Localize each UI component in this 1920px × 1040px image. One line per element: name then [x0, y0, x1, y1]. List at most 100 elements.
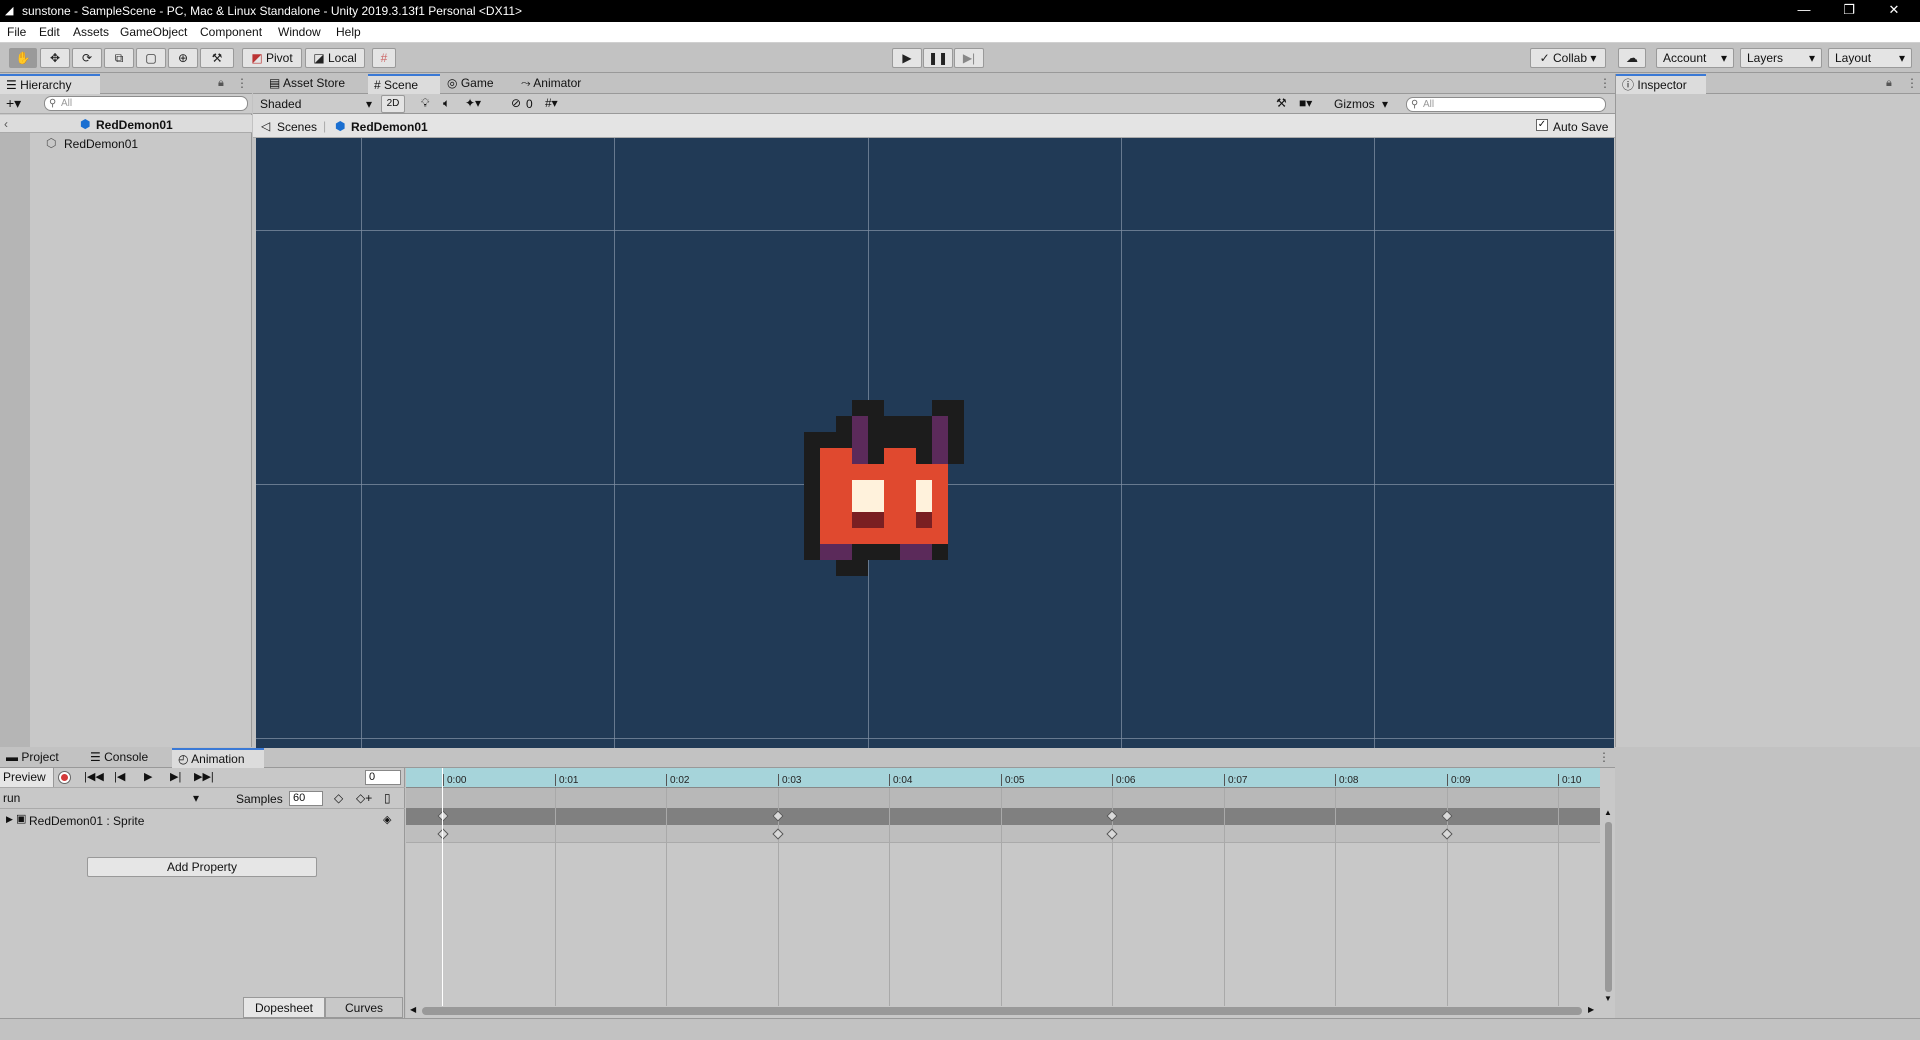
- scroll-thumb[interactable]: [1605, 822, 1612, 992]
- breadcrumb-current[interactable]: RedDemon01: [351, 120, 428, 134]
- pivot-toggle[interactable]: ◩ Pivot: [242, 48, 302, 68]
- add-event-icon[interactable]: ◇+: [356, 791, 372, 805]
- expand-arrow-icon[interactable]: ▶: [6, 814, 13, 825]
- tab-scene[interactable]: # Scene: [368, 74, 440, 94]
- tab-inspector[interactable]: ⓘ Inspector: [1616, 74, 1706, 94]
- move-tool-button[interactable]: ✥: [40, 48, 70, 68]
- camera-icon[interactable]: ■▾: [1299, 96, 1312, 110]
- clip-dropdown[interactable]: run ▾: [0, 790, 203, 807]
- minimize-button[interactable]: —: [1790, 2, 1818, 20]
- last-key-icon[interactable]: ▶▶|: [194, 770, 214, 783]
- play-anim-icon[interactable]: ▶: [144, 770, 152, 783]
- transform-tool-button[interactable]: ⊕: [168, 48, 198, 68]
- step-button[interactable]: ▶|: [954, 48, 984, 68]
- local-toggle[interactable]: ◪ Local: [305, 48, 365, 68]
- menu-gameobject[interactable]: GameObject: [120, 25, 187, 39]
- h-scroll-thumb[interactable]: [422, 1007, 1582, 1015]
- prev-key-icon[interactable]: |◀: [114, 770, 125, 783]
- next-key-icon[interactable]: ▶|: [170, 770, 181, 783]
- preview-toggle[interactable]: Preview: [0, 768, 54, 787]
- hierarchy-item[interactable]: ⬡ RedDemon01: [30, 134, 252, 152]
- tab-console[interactable]: ☰ Console: [84, 748, 172, 768]
- scroll-right-icon[interactable]: ▶: [1588, 1005, 1594, 1014]
- rotate-tool-button[interactable]: ⟳: [72, 48, 102, 68]
- scroll-down-icon[interactable]: ▼: [1604, 994, 1612, 1003]
- create-add-icon[interactable]: +▾: [6, 95, 21, 112]
- menu-assets[interactable]: Assets: [73, 25, 109, 39]
- layout-dropdown[interactable]: Layout ▾: [1828, 48, 1912, 68]
- effects-toggle-icon[interactable]: ✦▾: [465, 96, 481, 110]
- prefab-header: ‹ ⬢ RedDemon01: [0, 115, 252, 133]
- back-arrow-icon[interactable]: ‹: [4, 117, 8, 131]
- restore-button[interactable]: ❐: [1835, 2, 1863, 20]
- scroll-up-icon[interactable]: ▲: [1604, 808, 1612, 817]
- horizontal-scrollbar[interactable]: ◀ ▶: [406, 1004, 1600, 1018]
- prefab-cube-icon: ⬢: [80, 117, 91, 131]
- samples-input[interactable]: 60: [289, 791, 323, 806]
- custom-tool-button[interactable]: ⚒: [200, 48, 234, 68]
- event-marker-icon[interactable]: ▯: [384, 791, 391, 805]
- property-key-icon[interactable]: ◈: [383, 813, 391, 826]
- property-row[interactable]: ▶ ▣ RedDemon01 : Sprite ◈: [0, 810, 405, 830]
- tools-toggle-icon[interactable]: ⚒: [1276, 96, 1287, 110]
- tab-animation[interactable]: ◴ Animation: [172, 748, 264, 768]
- scroll-left-icon[interactable]: ◀: [410, 1005, 416, 1014]
- scene-search-input[interactable]: All: [1406, 97, 1606, 112]
- 2d-toggle[interactable]: 2D: [381, 95, 405, 113]
- grid-snap-button[interactable]: #: [372, 48, 396, 68]
- grid-toggle-icon[interactable]: #▾: [545, 96, 558, 110]
- tab-hierarchy[interactable]: ☰ Hierarchy: [0, 74, 100, 94]
- hidden-objects-icon[interactable]: ⊘: [511, 96, 521, 110]
- audio-toggle-icon[interactable]: 🔈︎: [443, 96, 450, 111]
- menu-help[interactable]: Help: [336, 25, 361, 39]
- dopesheet-tab[interactable]: Dopesheet: [243, 997, 325, 1018]
- rect-tool-button[interactable]: ▢: [136, 48, 166, 68]
- gizmos-dropdown[interactable]: Gizmos ▾: [1330, 95, 1390, 113]
- cloud-button[interactable]: ☁: [1618, 48, 1646, 68]
- tab-game[interactable]: ◎ Game: [441, 74, 507, 94]
- account-dropdown[interactable]: Account ▾: [1656, 48, 1734, 68]
- close-button[interactable]: ✕: [1880, 2, 1908, 20]
- layers-dropdown[interactable]: Layers ▾: [1740, 48, 1822, 68]
- hand-tool-button[interactable]: ✋: [9, 48, 37, 68]
- menu-component[interactable]: Component: [200, 25, 262, 39]
- lock-icon[interactable]: 🔒︎: [218, 77, 224, 90]
- timeline-ruler[interactable]: [406, 768, 1600, 788]
- playhead[interactable]: [442, 768, 443, 1006]
- shading-mode-dropdown[interactable]: Shaded ▾: [256, 95, 376, 113]
- collab-button[interactable]: ✓ Collab ▾: [1530, 48, 1606, 68]
- frame-input[interactable]: 0: [365, 770, 401, 785]
- menu-file[interactable]: File: [7, 25, 26, 39]
- menu-window[interactable]: Window: [278, 25, 321, 39]
- pause-button[interactable]: ❚❚: [923, 48, 953, 68]
- tab-animator[interactable]: ⤳ Animator: [515, 74, 605, 94]
- back-icon[interactable]: ◁: [261, 119, 270, 133]
- scale-tool-button[interactable]: ⧉: [104, 48, 134, 68]
- tab-asset-store[interactable]: ▤ Asset Store: [263, 74, 367, 94]
- add-property-button[interactable]: Add Property: [87, 857, 317, 877]
- cloud-icon: ☁: [1626, 51, 1638, 65]
- scene-view[interactable]: [256, 138, 1614, 748]
- clip-name: run: [3, 791, 21, 805]
- center-panel-menu-icon[interactable]: ⋮: [1599, 76, 1611, 90]
- breadcrumb-scenes[interactable]: Scenes: [277, 120, 317, 134]
- hierarchy-search-input[interactable]: All: [44, 96, 248, 111]
- add-keyframe-icon[interactable]: ◇: [334, 791, 343, 805]
- red-demon-sprite[interactable]: [804, 400, 964, 580]
- lighting-toggle-icon[interactable]: 💡︎: [421, 96, 429, 111]
- auto-save-checkbox[interactable]: ✓: [1536, 119, 1548, 131]
- curves-tab[interactable]: Curves: [325, 997, 403, 1018]
- clock-icon: ◴: [178, 752, 189, 766]
- scale-icon: ⧉: [114, 51, 124, 65]
- tab-project[interactable]: ▬ Project: [0, 748, 84, 768]
- bottom-panel-menu-icon[interactable]: ⋮: [1598, 750, 1610, 764]
- panel-menu-icon[interactable]: ⋮: [236, 76, 248, 90]
- play-button[interactable]: ▶: [892, 48, 922, 68]
- first-key-icon[interactable]: |◀◀: [84, 770, 104, 783]
- record-button[interactable]: [58, 771, 71, 784]
- inspector-lock-icon[interactable]: 🔒︎: [1886, 77, 1892, 90]
- animation-timeline[interactable]: ▲ ▼ ◀ ▶: [406, 768, 1615, 1018]
- inspector-menu-icon[interactable]: ⋮: [1906, 76, 1918, 90]
- menu-edit[interactable]: Edit: [39, 25, 60, 39]
- vertical-scrollbar[interactable]: ▲ ▼: [1602, 808, 1615, 1004]
